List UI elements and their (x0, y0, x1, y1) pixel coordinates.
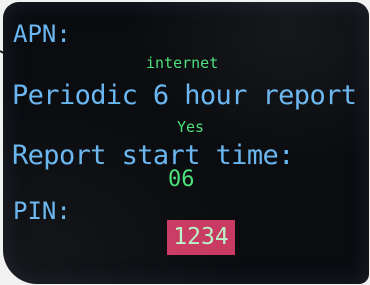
apn-value[interactable]: internet (146, 54, 218, 72)
report-start-time-value[interactable]: 06 (168, 167, 195, 192)
periodic-report-label: Periodic 6 hour report (12, 80, 357, 111)
lcd-screen: APN: internet Periodic 6 hour report Yes… (3, 2, 369, 284)
pin-value-selected[interactable]: 1234 (167, 220, 235, 255)
apn-label: APN: (13, 20, 71, 48)
device-display: APN: internet Periodic 6 hour report Yes… (0, 0, 370, 285)
pin-label: PIN: (13, 197, 71, 225)
report-start-time-label: Report start time: (12, 140, 294, 171)
periodic-report-value[interactable]: Yes (177, 118, 204, 136)
